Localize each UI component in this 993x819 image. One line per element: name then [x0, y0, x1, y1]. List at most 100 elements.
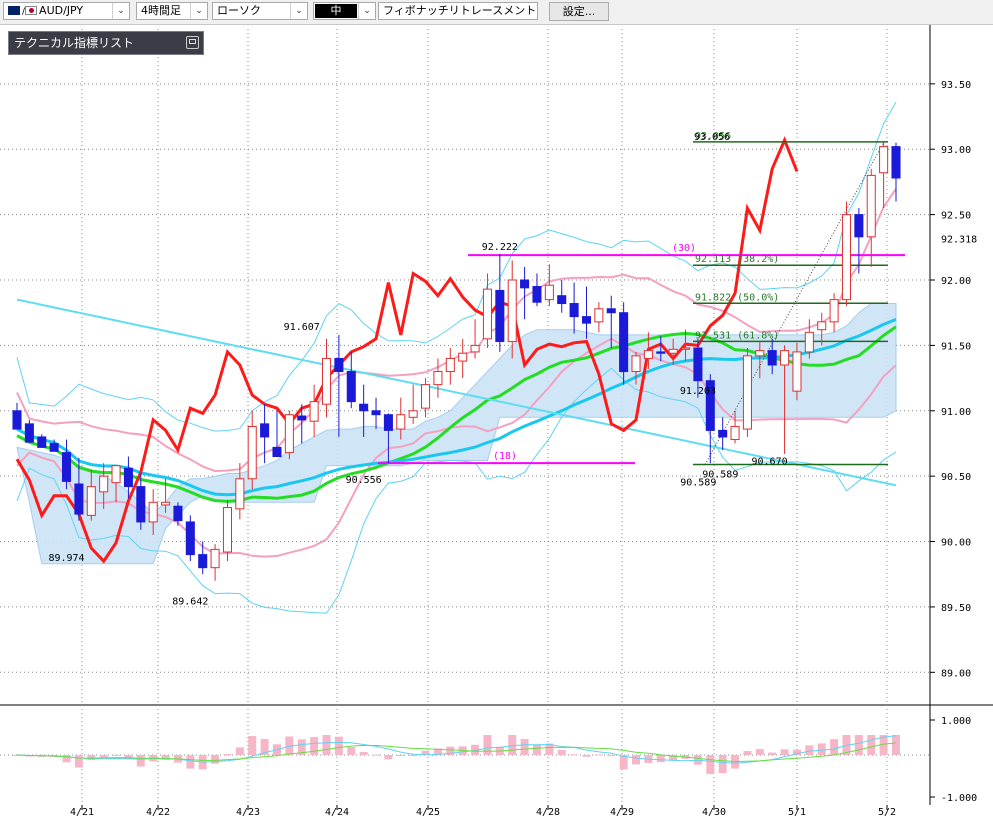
bullish-candle — [235, 478, 245, 510]
timeframe-select[interactable]: 4時間足 ⌄ — [136, 2, 208, 20]
oscillator-histogram-bar — [780, 749, 789, 755]
bullish-candle — [841, 214, 852, 301]
bearish-candle — [24, 423, 34, 443]
oscillator-histogram-bar — [409, 755, 418, 756]
y-tick-label: 91.00 — [941, 407, 971, 418]
oscillator-histogram-bar — [74, 755, 83, 768]
oscillator-histogram-bar — [607, 755, 616, 757]
fibonacci-level-label: 91.822 (50.0%) — [695, 292, 779, 303]
fibonacci-level-label: 91.531 (61.8%) — [695, 330, 779, 341]
symbol-select[interactable]: / AUD/JPY ⌄ — [3, 2, 130, 20]
bullish-candle — [792, 351, 802, 392]
bullish-candle — [668, 348, 678, 354]
chevron-down-icon[interactable]: ⌄ — [290, 3, 307, 19]
oscillator-histogram-bar — [706, 755, 715, 774]
oscillator-histogram-bar — [817, 743, 826, 755]
bearish-candle — [37, 436, 47, 448]
oscillator-histogram-bar — [594, 754, 603, 756]
oscillator-histogram-bar — [99, 755, 108, 758]
oscillator-histogram-bar — [830, 739, 839, 755]
oscillator-histogram-bar — [532, 744, 541, 755]
chart-canvas[interactable]: 93.50 93.00 92.50 92.00 91.50 91.00 90.50 90.00… — [0, 0, 993, 819]
price-annotation: 89.642 — [172, 596, 208, 607]
drawing-tool-select[interactable]: フィボナッチリトレースメント — [378, 2, 538, 20]
chevron-down-icon[interactable]: ⌄ — [112, 3, 129, 19]
oscillator-histogram-bar — [805, 745, 814, 755]
line-width-select[interactable]: 中 ⌄ — [313, 2, 376, 20]
oscillator-histogram-bar — [62, 755, 71, 763]
price-annotation: 90.589 — [680, 478, 716, 489]
bullish-candle — [866, 174, 876, 238]
bullish-candle — [408, 410, 418, 418]
drawing-tool-label: フィボナッチリトレースメント — [383, 4, 537, 17]
y-tick-label: 92.00 — [941, 276, 971, 287]
toolbar: / AUD/JPY ⌄ 4時間足 ⌄ ローソク ⌄ 中 ⌄ フィボナッチリトレース… — [0, 0, 993, 25]
bearish-candle — [136, 486, 146, 523]
bearish-candle — [532, 286, 542, 303]
oscillator-histogram-bar — [867, 735, 876, 755]
oscillator-histogram-bar — [347, 747, 356, 755]
oscillator-histogram-bar — [483, 735, 492, 755]
oscillator-tick-label: -1.000 — [941, 793, 977, 804]
y-tick-label: 90.00 — [941, 538, 971, 549]
bearish-candle — [557, 295, 567, 305]
x-tick-label: 5/1 — [788, 807, 806, 818]
bearish-candle — [383, 414, 393, 431]
bullish-candle — [482, 288, 492, 340]
oscillator-histogram-bar — [718, 755, 727, 774]
oscillator-signal-line — [16, 735, 897, 764]
chevron-down-icon[interactable]: ⌄ — [190, 3, 207, 19]
price-annotation: 91.203 — [680, 386, 716, 397]
bullish-candle — [210, 548, 220, 569]
bullish-candle — [470, 344, 480, 353]
price-annotation: 92.222 — [482, 242, 518, 253]
symbol-label: AUD/JPY — [39, 4, 84, 17]
japan-flag-icon — [25, 6, 38, 15]
bullish-candle — [631, 355, 641, 373]
restore-icon[interactable] — [186, 36, 199, 49]
bullish-candle — [433, 371, 443, 386]
bullish-candle — [755, 350, 765, 357]
horizontal-line-label: (18) — [493, 451, 517, 462]
bearish-candle — [359, 403, 369, 412]
fibonacci-level-label: 92.113 (38.2%) — [695, 254, 779, 265]
bullish-candle — [544, 284, 554, 301]
oscillator-histogram-bar — [248, 736, 257, 755]
bullish-candle — [742, 355, 752, 430]
price-annotation: 93.056 — [694, 132, 730, 143]
bearish-candle — [656, 351, 666, 354]
bullish-candle — [829, 299, 839, 323]
x-tick-label: 4/22 — [146, 807, 170, 818]
bearish-candle — [581, 316, 592, 324]
bullish-candle — [321, 357, 332, 405]
settings-button[interactable]: 設定... — [549, 2, 609, 21]
bearish-candle — [619, 312, 629, 373]
x-tick-label: 5/2 — [878, 807, 896, 818]
bearish-candle — [123, 467, 133, 488]
bullish-candle — [284, 414, 294, 454]
y-tick-label: 93.50 — [941, 80, 971, 91]
bullish-candle — [445, 357, 455, 373]
x-tick-label: 4/23 — [236, 807, 260, 818]
y-tick-label: 90.50 — [941, 472, 971, 483]
oscillator-histogram-bar — [570, 754, 579, 756]
chevron-down-icon[interactable]: ⌄ — [358, 3, 375, 19]
indicator-list-panel[interactable]: テクニカル指標リスト — [8, 31, 204, 55]
bearish-candle — [718, 429, 728, 438]
oscillator-histogram-bar — [582, 755, 591, 757]
bullish-candle — [396, 414, 406, 430]
oscillator-histogram-bar — [384, 755, 393, 760]
oscillator-histogram-bar — [656, 755, 665, 763]
x-tick-label: 4/25 — [416, 807, 440, 818]
oscillator-histogram-bar — [632, 755, 641, 765]
bullish-candle — [111, 465, 121, 484]
chart-type-select[interactable]: ローソク ⌄ — [212, 2, 308, 20]
oscillator-histogram-bar — [310, 737, 319, 755]
australia-flag-icon — [8, 6, 20, 15]
bearish-candle — [12, 410, 22, 430]
oscillator-histogram-bar — [854, 735, 863, 755]
chart-type-label: ローソク — [217, 4, 261, 17]
oscillator-histogram-bar — [334, 736, 343, 755]
bullish-candle — [161, 501, 171, 506]
bearish-candle — [569, 303, 579, 318]
